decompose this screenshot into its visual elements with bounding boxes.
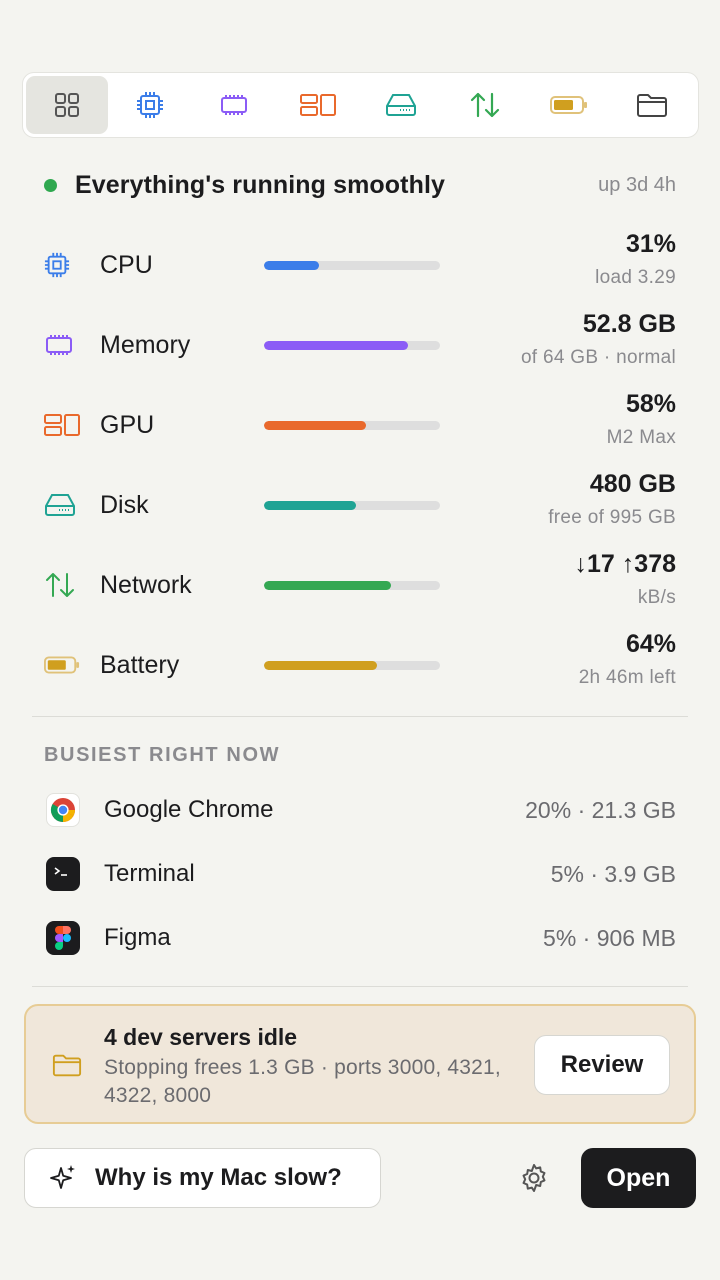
grid-icon: [54, 93, 79, 117]
metric-value: 64%: [625, 630, 676, 658]
why-slow-label: Why is my Mac slow?: [95, 1164, 342, 1191]
metric-row-gpu[interactable]: GPU 58% M2 Max: [44, 390, 676, 460]
idle-servers-banner: 4 dev servers idle Stopping frees 1.3 GB…: [24, 1004, 696, 1124]
usage-bar: [264, 261, 440, 270]
process-usage: 5% · 906 MB: [543, 924, 676, 951]
metric-detail: 2h 46m left: [578, 667, 676, 688]
metric-label: GPU: [100, 411, 155, 439]
cpu-icon: [44, 252, 80, 278]
banner-description: Stopping frees 1.3 GB · ports 3000, 4321…: [104, 1056, 501, 1107]
tab-overview[interactable]: [26, 76, 108, 134]
usage-bar-fill: [264, 421, 367, 430]
metric-detail: kB/s: [637, 587, 676, 608]
memory-icon: [221, 95, 248, 115]
process-name: Google Chrome: [104, 796, 274, 823]
disk-icon: [386, 94, 417, 116]
process-row-terminal[interactable]: Terminal 5% · 3.9 GB: [46, 856, 676, 892]
process-row-chrome[interactable]: Google Chrome 20% · 21.3 GB: [46, 792, 676, 828]
gpu-icon: [44, 412, 80, 438]
metric-label: Network: [100, 571, 192, 599]
busiest-section-title: BUSIEST RIGHT NOW: [44, 744, 281, 766]
why-slow-button[interactable]: Why is my Mac slow?: [24, 1148, 381, 1208]
settings-button[interactable]: [518, 1162, 550, 1194]
process-usage: 5% · 3.9 GB: [550, 860, 676, 887]
battery-icon: [549, 96, 587, 114]
status-indicator: [44, 178, 57, 192]
metric-row-memory[interactable]: Memory 52.8 GB of 64 GB · normal: [44, 310, 676, 380]
metric-detail: M2 Max: [606, 427, 676, 448]
section-divider: [32, 716, 688, 717]
usage-bar-fill: [264, 341, 409, 350]
metric-row-battery[interactable]: Battery 64% 2h 46m left: [44, 630, 676, 700]
usage-bar: [264, 421, 440, 430]
usage-bar-fill: [264, 581, 391, 590]
metric-value: 52.8 GB: [582, 310, 676, 338]
tab-network[interactable]: [444, 76, 526, 134]
tab-cpu[interactable]: [110, 76, 192, 134]
tab-gpu[interactable]: [277, 76, 359, 134]
metric-value: 480 GB: [589, 470, 676, 498]
section-divider: [32, 986, 688, 987]
chrome-icon: [46, 793, 80, 827]
metric-row-network[interactable]: Network ↓17 ↑378 kB/s: [44, 550, 676, 620]
figma-icon: [46, 921, 80, 955]
process-name: Figma: [104, 924, 171, 951]
disk-icon: [44, 492, 80, 518]
metric-label: Disk: [100, 491, 149, 519]
system-status: Everything's running smoothly up 3d 4h: [44, 168, 676, 202]
review-button[interactable]: Review: [534, 1035, 670, 1095]
sparkle-icon: [49, 1163, 77, 1193]
metric-value: 31%: [625, 230, 676, 258]
metric-label: Memory: [100, 331, 191, 359]
terminal-icon: [46, 857, 80, 891]
tab-battery[interactable]: [528, 76, 610, 134]
folder-icon: [637, 94, 668, 117]
usage-bar-fill: [264, 261, 319, 270]
metric-detail: free of 995 GB: [548, 507, 676, 528]
process-usage: 20% · 21.3 GB: [525, 796, 676, 823]
category-tab-bar: [22, 72, 699, 138]
metric-detail: load 3.29: [595, 267, 676, 288]
memory-icon: [44, 332, 80, 358]
uptime-label: up 3d 4h: [598, 173, 676, 196]
usage-bar: [264, 341, 440, 350]
usage-bar: [264, 501, 440, 510]
cpu-icon: [137, 92, 164, 118]
metric-label: Battery: [100, 651, 180, 679]
tab-disk[interactable]: [361, 76, 443, 134]
gear-icon: [522, 1164, 546, 1192]
battery-icon: [44, 652, 80, 678]
usage-bar: [264, 661, 440, 670]
metric-value: 58%: [625, 390, 676, 418]
tab-memory[interactable]: [193, 76, 275, 134]
metric-row-cpu[interactable]: CPU 31% load 3.29: [44, 230, 676, 300]
usage-bar: [264, 581, 440, 590]
network-icon: [470, 92, 500, 118]
usage-bar-fill: [264, 661, 377, 670]
metric-detail: of 64 GB · normal: [520, 347, 676, 368]
banner-title: 4 dev servers idle: [104, 1024, 298, 1050]
network-icon: [44, 572, 80, 598]
process-row-figma[interactable]: Figma 5% · 906 MB: [46, 920, 676, 956]
usage-bar-fill: [264, 501, 356, 510]
gpu-icon: [299, 94, 336, 116]
tab-files[interactable]: [611, 76, 693, 134]
folder-icon: [52, 1052, 82, 1083]
open-button[interactable]: Open: [581, 1148, 696, 1208]
metric-label: CPU: [100, 251, 153, 279]
status-message: Everything's running smoothly: [75, 170, 445, 199]
metric-value: ↓17 ↑378: [574, 550, 676, 578]
process-name: Terminal: [104, 860, 195, 887]
metric-row-disk[interactable]: Disk 480 GB free of 995 GB: [44, 470, 676, 540]
